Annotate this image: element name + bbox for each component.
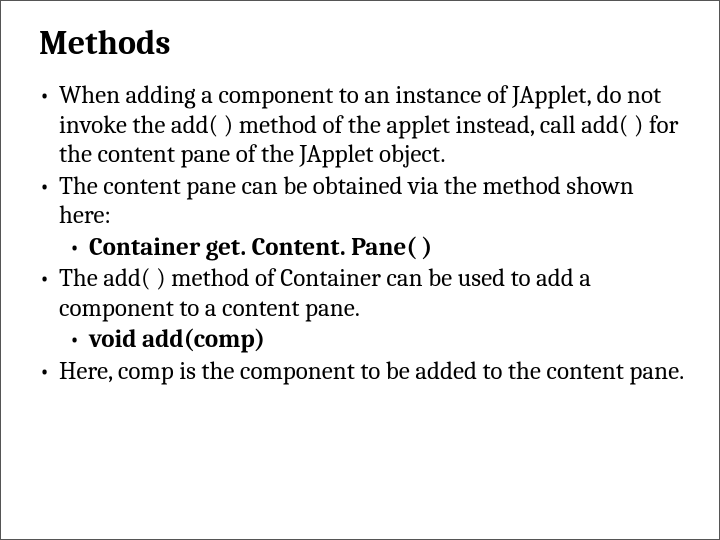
bullet-item: • The content pane can be obtained via t… bbox=[39, 172, 689, 231]
bullet-marker: • bbox=[39, 81, 59, 170]
bullet-item: • When adding a component to an instance… bbox=[39, 81, 689, 170]
bullet-marker: • bbox=[39, 357, 59, 387]
sub-bullet-item: • Container get. Content. Pane( ) bbox=[69, 233, 689, 263]
slide: Methods • When adding a component to an … bbox=[0, 0, 720, 540]
bullet-marker: • bbox=[39, 172, 59, 231]
bullet-text: Here, comp is the component to be added … bbox=[59, 357, 689, 387]
slide-title: Methods bbox=[39, 23, 695, 63]
bullet-text: When adding a component to an instance o… bbox=[59, 81, 689, 170]
bullet-marker: • bbox=[39, 264, 59, 323]
bullet-marker: • bbox=[69, 233, 89, 263]
bullet-text: void add(comp) bbox=[89, 325, 689, 355]
sub-bullet-item: • void add(comp) bbox=[69, 325, 689, 355]
bullet-item: • Here, comp is the component to be adde… bbox=[39, 357, 689, 387]
bullet-item: • The add( ) method of Container can be … bbox=[39, 264, 689, 323]
bullet-text: The add( ) method of Container can be us… bbox=[59, 264, 689, 323]
bullet-text: The content pane can be obtained via the… bbox=[59, 172, 689, 231]
bullet-marker: • bbox=[69, 325, 89, 355]
slide-body: • When adding a component to an instance… bbox=[39, 81, 689, 386]
bullet-text: Container get. Content. Pane( ) bbox=[89, 233, 689, 263]
